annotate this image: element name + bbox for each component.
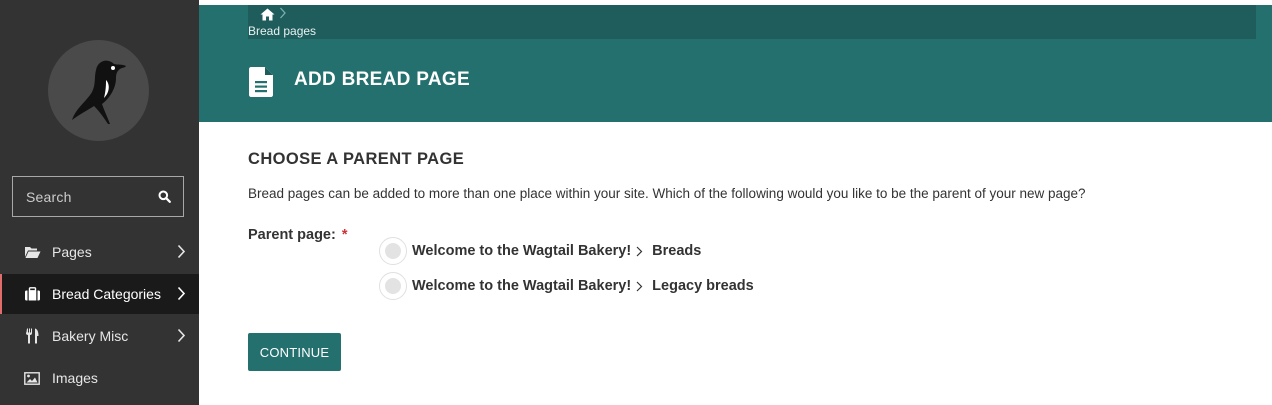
- radio-button[interactable]: [379, 272, 407, 300]
- folder-open-icon: [23, 244, 41, 260]
- sidebar-item-label: Images: [52, 370, 98, 386]
- radio-button[interactable]: [379, 237, 407, 265]
- cutlery-icon: [23, 328, 41, 344]
- sidebar-item-images[interactable]: Images: [0, 358, 199, 398]
- breadcrumb-link-bread-pages[interactable]: Bread pages: [248, 24, 316, 38]
- sidebar-item-label: Bakery Misc: [52, 328, 129, 344]
- home-icon[interactable]: [260, 8, 275, 21]
- breadcrumb-separator-icon: [280, 7, 286, 19]
- search-icon[interactable]: [158, 190, 171, 203]
- option-child-label: Legacy breads: [652, 278, 754, 294]
- parent-page-label: Parent page: *: [248, 227, 348, 243]
- sidebar-item-bread-categories[interactable]: Bread Categories: [0, 274, 199, 314]
- chevron-right-icon: [177, 244, 186, 259]
- parent-option-breads[interactable]: Welcome to the Wagtail Bakery! Breads: [379, 236, 701, 266]
- required-marker: *: [341, 227, 348, 243]
- parent-option-legacy-breads[interactable]: Welcome to the Wagtail Bakery! Legacy br…: [379, 271, 754, 301]
- sidebar-item-label: Bread Categories: [52, 286, 161, 302]
- page-title: ADD BREAD PAGE: [294, 69, 470, 90]
- field-label-text: Parent page:: [248, 227, 336, 243]
- suitcase-icon: [23, 286, 41, 302]
- wagtail-logo[interactable]: [48, 40, 149, 141]
- breadcrumb: Bread pages: [248, 5, 1256, 39]
- sidebar-item-label: Pages: [52, 244, 92, 260]
- page-header: Bread pages ADD BREAD PAGE: [199, 5, 1272, 122]
- option-parent-label: Welcome to the Wagtail Bakery!: [412, 278, 632, 294]
- option-parent-label: Welcome to the Wagtail Bakery!: [412, 243, 632, 259]
- wagtail-bird-icon: [72, 60, 126, 124]
- search-placeholder: Search: [26, 188, 72, 205]
- chevron-right-icon: [177, 328, 186, 343]
- help-text: Bread pages can be added to more than on…: [248, 186, 1086, 201]
- sidebar: Search Pages Bread Categories Bakery Mis…: [0, 0, 199, 405]
- option-child-label: Breads: [652, 243, 702, 259]
- search-input[interactable]: Search: [12, 176, 184, 217]
- image-icon: [23, 370, 41, 386]
- section-title: CHOOSE A PARENT PAGE: [248, 150, 465, 168]
- chevron-right-icon: [636, 281, 643, 292]
- chevron-right-icon: [636, 246, 643, 257]
- sidebar-item-pages[interactable]: Pages: [0, 232, 199, 272]
- chevron-right-icon: [177, 286, 186, 301]
- continue-button[interactable]: CONTINUE: [248, 333, 341, 371]
- document-icon: [249, 67, 273, 97]
- sidebar-item-bakery-misc[interactable]: Bakery Misc: [0, 316, 199, 356]
